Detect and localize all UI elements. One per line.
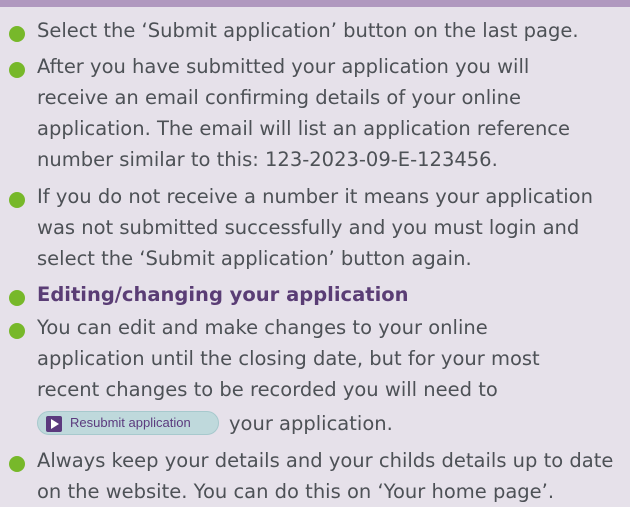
- item-text-line: recent changes to be recorded you will n…: [37, 378, 498, 401]
- item-text-line: Select the ‘Submit application’ button o…: [37, 19, 579, 42]
- bullet-icon: [9, 62, 25, 78]
- item-text-line: After you have submitted your applicatio…: [37, 55, 530, 78]
- bullet-icon: [9, 323, 25, 339]
- item-text-line: number similar to this: 123-2023-09-E-12…: [37, 148, 498, 171]
- item-text-line: You can edit and make changes to your on…: [37, 316, 488, 339]
- resubmit-button-label: Resubmit application: [70, 414, 191, 430]
- bullet-icon: [9, 26, 25, 42]
- item-text-line: application until the closing date, but …: [37, 347, 540, 370]
- resubmit-application-button[interactable]: Resubmit application: [37, 410, 219, 435]
- play-icon: [46, 415, 62, 432]
- bullet-icon: [9, 192, 25, 208]
- item-text-line: was not submitted successfully and you m…: [37, 216, 580, 239]
- item-text-line: application. The email will list an appl…: [37, 117, 571, 140]
- bullet-icon: [9, 290, 25, 306]
- item-text-line: If you do not receive a number it means …: [37, 185, 593, 208]
- section-heading: Editing/changing your application: [37, 283, 409, 306]
- item-text-after-button: your application.: [229, 412, 393, 435]
- item-text-line: on the website. You can do this on ‘Your…: [37, 480, 555, 503]
- item-text-line: select the ‘Submit application’ button a…: [37, 247, 472, 270]
- top-accent-strip: [0, 0, 630, 7]
- item-text-line: receive an email confirming details of y…: [37, 86, 521, 109]
- bullet-icon: [9, 456, 25, 472]
- item-text-line: Always keep your details and your childs…: [37, 449, 614, 472]
